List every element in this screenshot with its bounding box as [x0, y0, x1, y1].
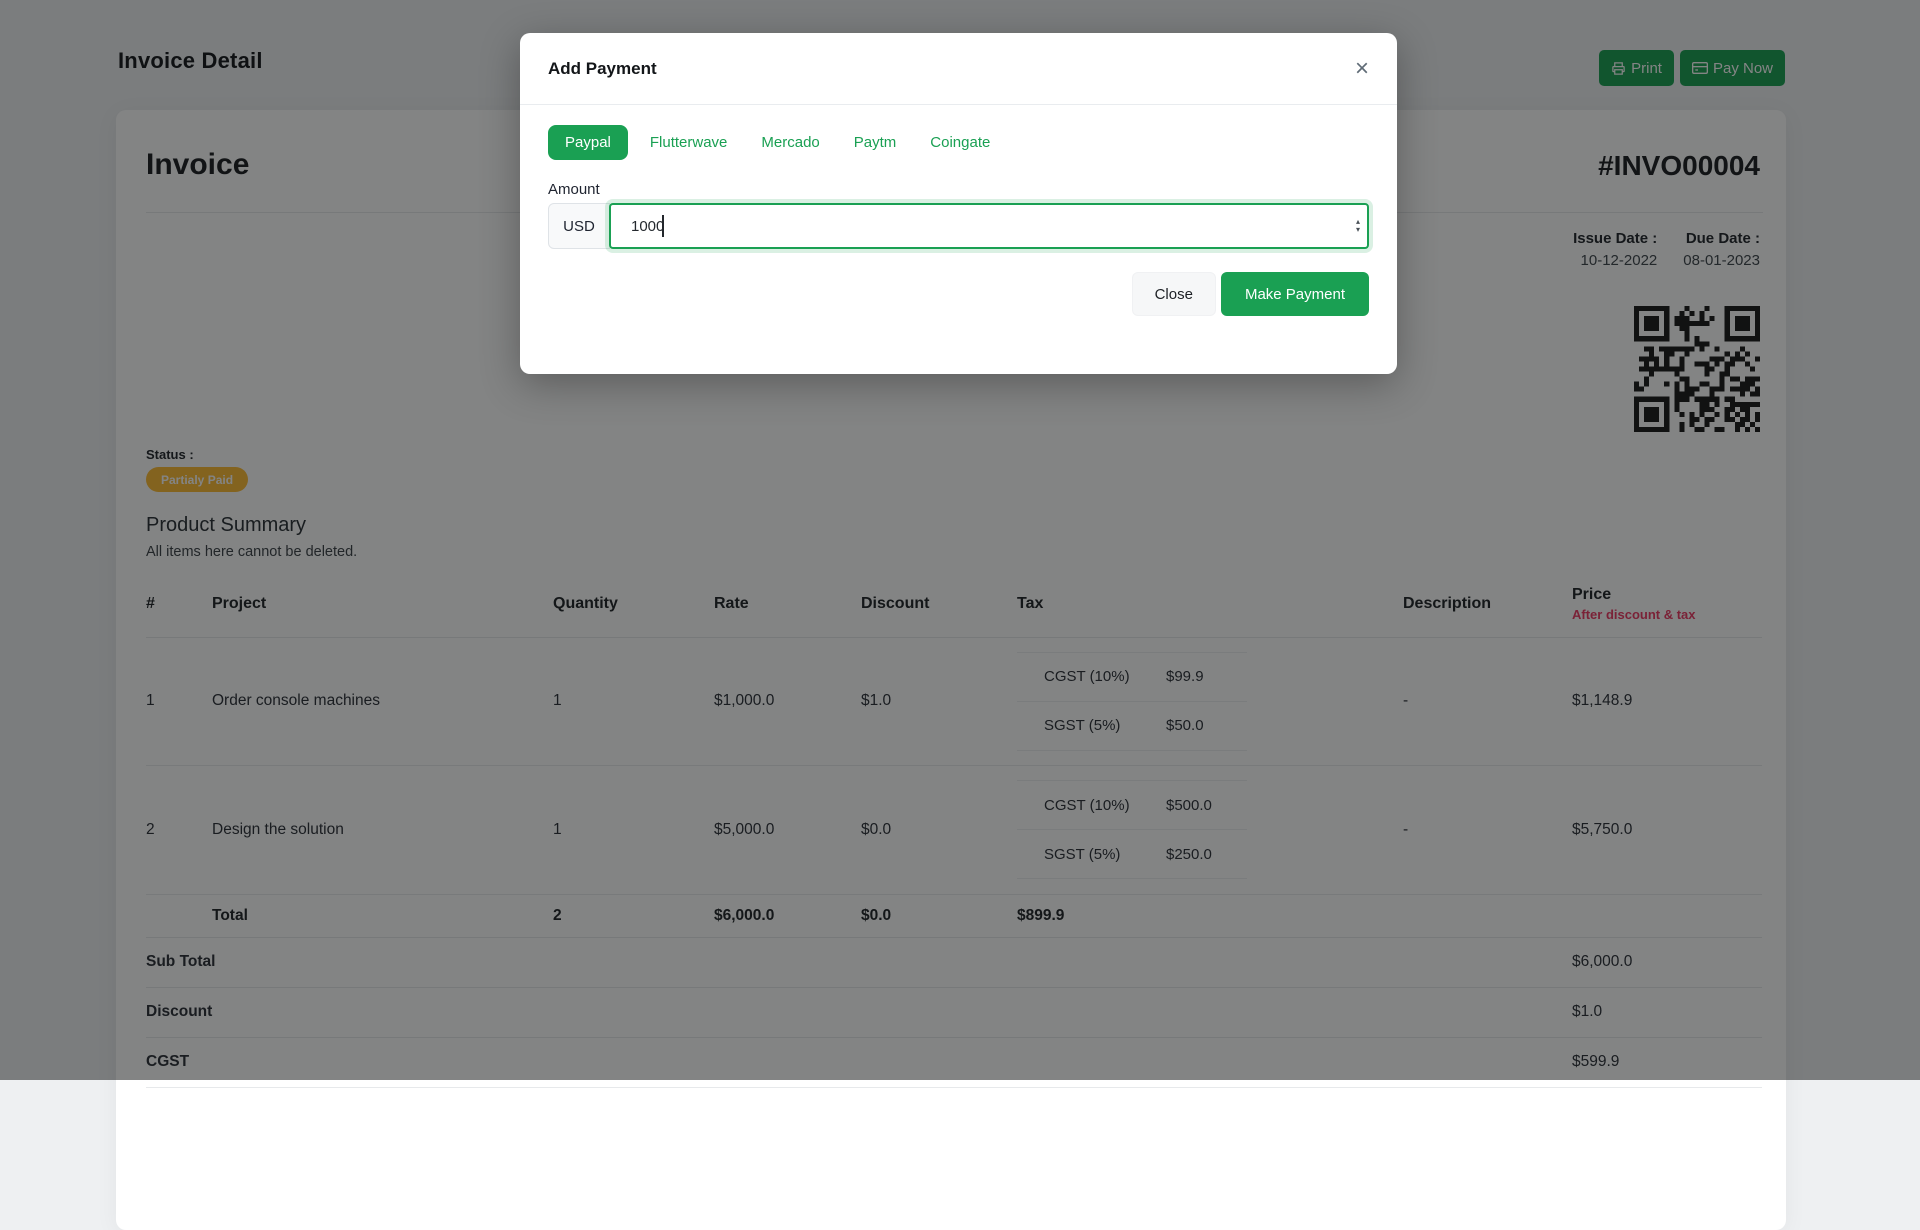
close-button[interactable]: Close [1132, 272, 1216, 316]
modal-footer: Close Make Payment [548, 272, 1369, 316]
tab-mercado[interactable]: Mercado [749, 125, 831, 160]
modal-title: Add Payment [548, 59, 657, 79]
modal-header: Add Payment × [520, 33, 1397, 105]
amount-input-group: USD ▴ ▾ [548, 203, 1369, 249]
amount-input[interactable] [609, 203, 1369, 249]
close-icon: × [1355, 55, 1369, 82]
tab-coingate[interactable]: Coingate [918, 125, 1002, 160]
modal-body: Paypal Flutterwave Mercado Paytm Coingat… [520, 105, 1397, 316]
tab-paytm[interactable]: Paytm [842, 125, 909, 160]
amount-label: Amount [548, 181, 1369, 198]
payment-method-tabs: Paypal Flutterwave Mercado Paytm Coingat… [548, 125, 1369, 160]
payment-modal: Add Payment × Paypal Flutterwave Mercado… [520, 33, 1397, 374]
modal-close-button[interactable]: × [1345, 52, 1379, 86]
text-caret [662, 215, 664, 237]
tab-paypal[interactable]: Paypal [548, 125, 628, 160]
tab-flutterwave[interactable]: Flutterwave [638, 125, 740, 160]
make-payment-button[interactable]: Make Payment [1221, 272, 1369, 316]
stepper-down-icon: ▾ [1356, 226, 1360, 234]
number-stepper[interactable]: ▴ ▾ [1356, 218, 1360, 234]
currency-addon: USD [548, 203, 610, 249]
